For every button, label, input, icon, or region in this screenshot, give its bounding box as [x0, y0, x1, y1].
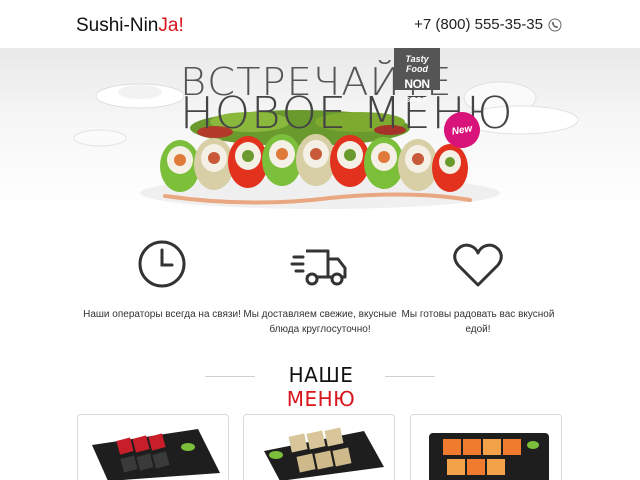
logo-text: Sushi-Nin — [76, 15, 159, 36]
feature-delivery: Мы доставляем свежие, вкусные блюда круг… — [235, 237, 405, 337]
phone-contact[interactable]: +7 (800) 555-35-35 — [414, 16, 562, 33]
menu-card-2[interactable] — [243, 414, 395, 480]
feature-food-text: Мы готовы радовать вас вкусной едой! — [401, 309, 555, 335]
menu-card-1[interactable] — [77, 414, 229, 480]
clock-icon — [138, 240, 186, 288]
section-title-main: НАШЕ — [288, 363, 354, 387]
feature-operators: Наши операторы всегда на связи! — [77, 237, 247, 322]
feature-operators-text: Наши операторы всегда на связи! — [83, 309, 241, 320]
feature-delivery-text: Мы доставляем свежие, вкусные блюда круг… — [243, 309, 397, 335]
menu-section-title: НАШЕ МЕНЮ — [0, 363, 640, 411]
phone-number: +7 (800) 555-35-35 — [414, 16, 543, 33]
dish-image-2 — [244, 415, 394, 480]
section-heading: НАШЕ МЕНЮ — [262, 363, 380, 411]
brand-logo: Tasty Food NON STOP — [394, 48, 440, 104]
dish-image-3 — [411, 415, 561, 480]
delivery-truck-icon — [290, 249, 347, 286]
dish-image-1 — [78, 415, 228, 480]
title-divider-right — [385, 376, 435, 377]
heart-icon — [453, 243, 503, 287]
hero-banner[interactable]: ВСТРЕЧАЙТЕ НОВОЕ МЕНЮ Tasty Food NONSTOP… — [0, 48, 640, 215]
features-section: Наши операторы всегда на связи! Мы доста… — [0, 215, 640, 345]
brand-line2: NON STOP — [394, 77, 440, 105]
menu-card-3[interactable] — [410, 414, 562, 480]
phone-icon — [548, 18, 562, 31]
title-divider-left — [205, 376, 255, 377]
brand-line1: Tasty Food — [405, 54, 429, 74]
logo-accent: Ja! — [158, 15, 184, 36]
logo[interactable]: Sushi-NinJa! — [76, 15, 184, 37]
header: Sushi-NinJa! +7 (800) 555-35-35 — [0, 0, 640, 48]
section-title-accent: МЕНЮ — [286, 387, 356, 411]
brand-line3: STOP — [405, 97, 429, 104]
feature-food: Мы готовы радовать вас вкусной едой! — [393, 237, 563, 337]
brand-line2-text: NON — [404, 77, 430, 91]
